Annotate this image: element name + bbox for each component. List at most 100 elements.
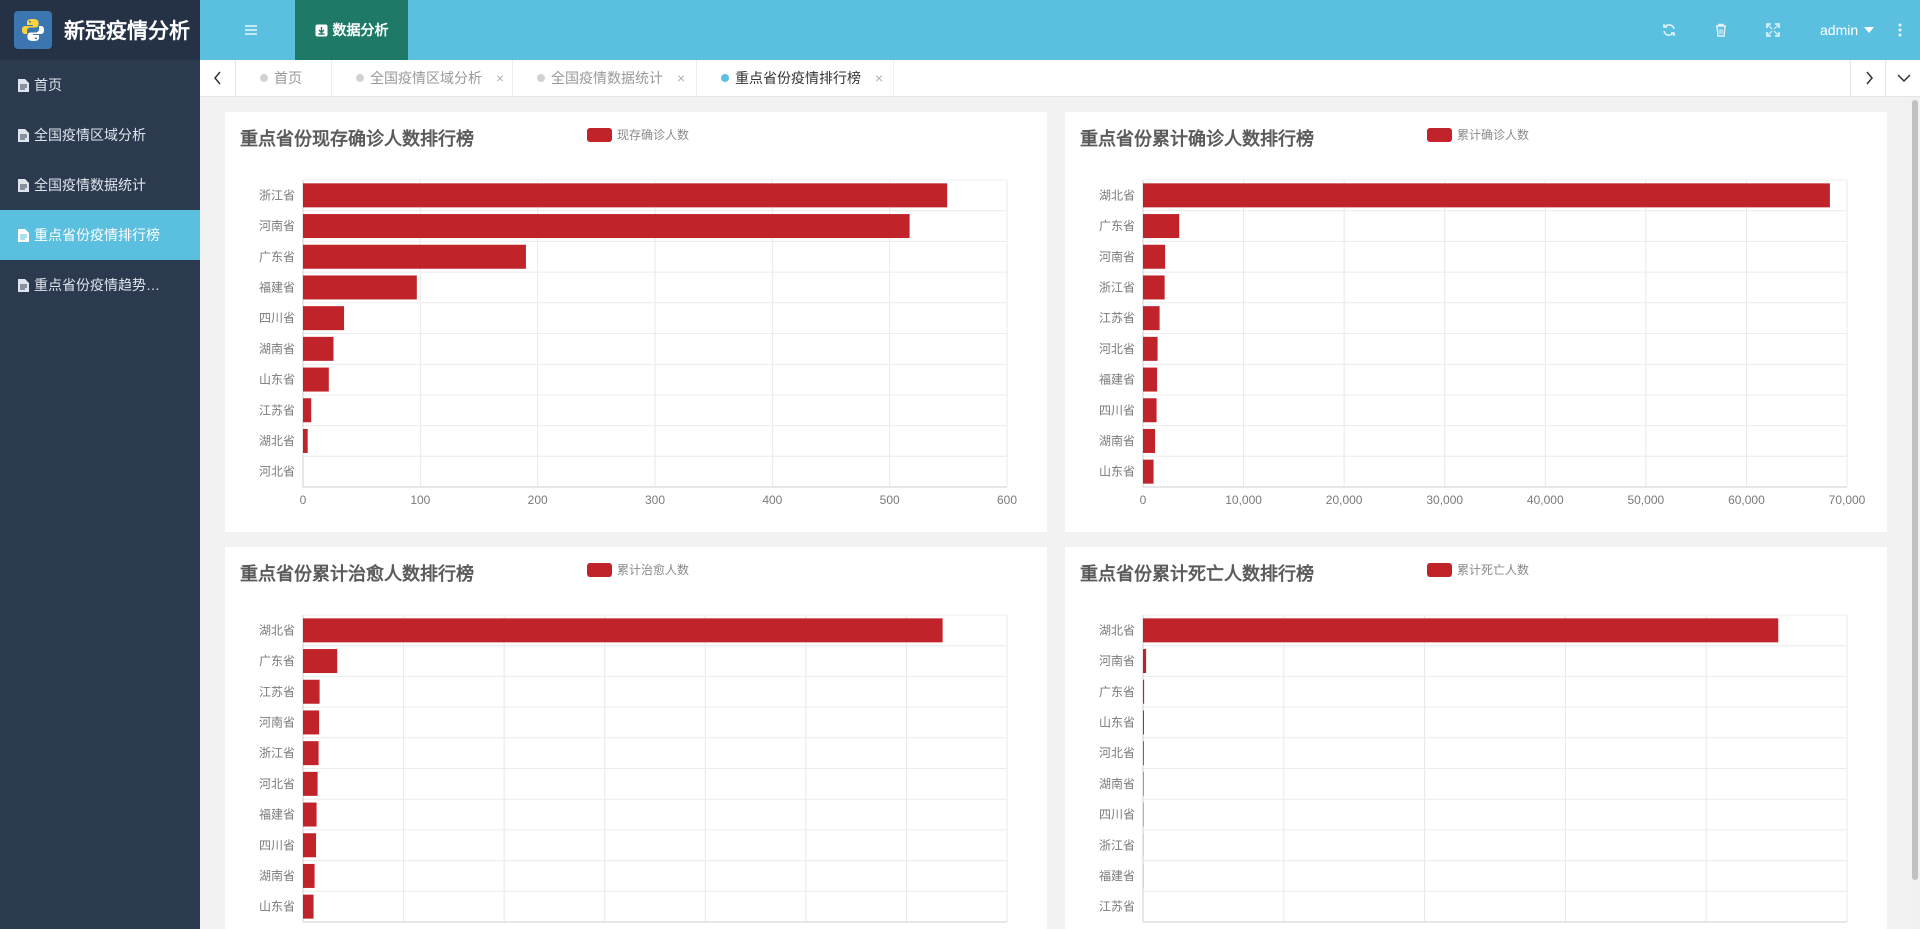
sidebar-item-label: 重点省份疫情排行榜 [34, 227, 160, 243]
chart-bar [1143, 367, 1158, 392]
sidebar-item-national-stats[interactable]: 全国疫情数据统计 [0, 160, 200, 210]
x-tick-label: 40,000 [1527, 493, 1564, 507]
tab-dot-icon [260, 74, 268, 82]
page-scrollbar[interactable] [1910, 97, 1920, 929]
chart-panel-cumulative-cured: 重点省份累计治愈人数排行榜 累计治愈人数 湖北省 广东省 江苏省 河南省 浙江省 河北省福… [225, 547, 1047, 929]
download-box-icon [315, 24, 327, 36]
chart-bar [303, 802, 317, 827]
user-menu[interactable]: admin [1820, 0, 1875, 60]
x-tick-label: 10,000 [1225, 493, 1262, 507]
bar-chart: 湖北省广东省河南省浙江省江苏省河北省福建省四川省湖南省山东省 0 10,000 20,… [1099, 179, 1866, 507]
chart-bar [303, 398, 312, 423]
tab-province-ranking[interactable]: 重点省份疫情排行榜 × [697, 60, 894, 96]
category-label: 四川省 [1099, 403, 1135, 417]
tab-dot-icon [721, 74, 729, 82]
close-icon[interactable]: × [496, 70, 504, 86]
chart-bar [303, 306, 345, 331]
category-label: 广东省 [1099, 219, 1135, 233]
chart-bar [303, 214, 910, 239]
category-label: 河南省 [259, 714, 295, 729]
document-icon [18, 78, 29, 92]
page-tab-bar: 首页 全国疫情区域分析 × 全国疫情数据统计 × 重点省份疫情排行榜 × [200, 60, 1920, 97]
chart-bar [303, 771, 318, 796]
x-tick-label: 400 [762, 493, 782, 507]
category-label: 福建省 [1099, 372, 1135, 387]
app-logo-bar: 新冠疫情分析 [0, 0, 200, 60]
category-label: 河南省 [1099, 249, 1135, 264]
chart-bar [1143, 771, 1144, 796]
chart-bar [1143, 710, 1144, 735]
category-label: 湖北省 [1099, 187, 1135, 202]
category-label: 河北省 [1099, 746, 1135, 760]
category-label: 福建省 [259, 279, 295, 294]
category-label: 广东省 [259, 250, 295, 264]
category-label: 河北省 [259, 465, 295, 479]
chart-bar [1143, 275, 1165, 300]
category-label: 湖南省 [1099, 776, 1135, 791]
category-label: 河南省 [259, 218, 295, 233]
chart-bar [1143, 679, 1145, 704]
x-tick-label: 200 [528, 493, 548, 507]
chart-bar [1143, 428, 1156, 453]
chart-bar [303, 336, 334, 361]
document-icon [18, 228, 29, 242]
category-label: 江苏省 [259, 685, 295, 699]
chart-bar [303, 741, 319, 766]
tab-scroll-right-button[interactable] [1850, 60, 1886, 96]
chart-bar [303, 428, 308, 453]
chart-bar [303, 679, 320, 704]
category-label: 浙江省 [1099, 838, 1135, 852]
x-tick-label: 100 [410, 493, 430, 507]
chart-bar [1143, 183, 1830, 208]
sidebar-item-home[interactable]: 首页 [0, 60, 200, 110]
chart-panel-cumulative-confirmed: 重点省份累计确诊人数排行榜 累计确诊人数 湖北省 广东省 河南省 浙江省 江苏省 河北省福… [1065, 112, 1887, 532]
category-label: 浙江省 [259, 188, 295, 202]
bar-chart: 湖北省广东省江苏省河南省浙江省河北省福建省四川省湖南省山东省 [259, 614, 1008, 923]
category-label: 福建省 [1099, 868, 1135, 883]
category-label: 湖北省 [1099, 622, 1135, 637]
category-label: 山东省 [259, 900, 295, 914]
tab-national-stats[interactable]: 全国疫情数据统计 × [513, 60, 697, 96]
chevron-right-icon [1865, 71, 1873, 85]
python-logo-icon [14, 11, 52, 49]
sidebar-item-label: 全国疫情数据统计 [34, 177, 146, 193]
sidebar-item-label: 全国疫情区域分析 [34, 127, 146, 143]
chart-bar [1143, 649, 1147, 674]
tab-label: 全国疫情数据统计 [551, 70, 663, 86]
chart-bar [1143, 306, 1160, 331]
chevron-down-icon [1864, 27, 1875, 33]
chart-bar [1143, 741, 1144, 766]
refresh-icon[interactable] [1661, 22, 1677, 38]
tab-regional-analysis[interactable]: 全国疫情区域分析 × [332, 60, 513, 96]
sidebar-item-province-trend[interactable]: 重点省份疫情趋势… [0, 260, 200, 310]
tab-home[interactable]: 首页 [236, 60, 332, 96]
app-title: 新冠疫情分析 [64, 20, 190, 43]
more-vertical-icon[interactable] [1897, 22, 1903, 38]
close-icon[interactable]: × [677, 70, 685, 86]
tab-scroll-left-button[interactable] [200, 60, 236, 96]
chart-bar [1143, 244, 1166, 269]
sidebar: 新冠疫情分析 首页 全国疫情区域分析 全国疫情数据统计 重点省份疫情排行榜 重点… [0, 0, 200, 929]
x-tick-label: 60,000 [1728, 493, 1765, 507]
x-tick-label: 300 [645, 493, 665, 507]
menu-icon[interactable] [243, 22, 259, 38]
module-tab-data-analysis[interactable]: 数据分析 [295, 0, 408, 60]
chart-bar [303, 894, 314, 919]
category-label: 广东省 [259, 654, 295, 668]
category-label: 湖北省 [259, 622, 295, 637]
category-label: 湖南省 [259, 868, 295, 883]
category-label: 江苏省 [1099, 311, 1135, 325]
scrollbar-thumb[interactable] [1912, 100, 1918, 880]
trash-icon[interactable] [1713, 22, 1729, 38]
fullscreen-icon[interactable] [1765, 22, 1781, 38]
sidebar-item-province-ranking[interactable]: 重点省份疫情排行榜 [0, 210, 200, 260]
category-label: 山东省 [259, 373, 295, 387]
close-icon[interactable]: × [875, 70, 883, 86]
x-tick-label: 50,000 [1628, 493, 1665, 507]
chart-panel-cumulative-deaths: 重点省份累计死亡人数排行榜 累计死亡人数 湖北省 河南省 广东省 山东省 河北省 湖南省四… [1065, 547, 1887, 929]
chart-bar [303, 275, 417, 300]
chart-bar [1143, 336, 1158, 361]
sidebar-item-regional-analysis[interactable]: 全国疫情区域分析 [0, 110, 200, 160]
chart-panel-current-confirmed: 重点省份现存确诊人数排行榜 现存确诊人数 浙江省 河南省 广东省 福建省 四川省 湖南省山… [225, 112, 1047, 532]
tab-dropdown-button[interactable] [1885, 60, 1920, 96]
